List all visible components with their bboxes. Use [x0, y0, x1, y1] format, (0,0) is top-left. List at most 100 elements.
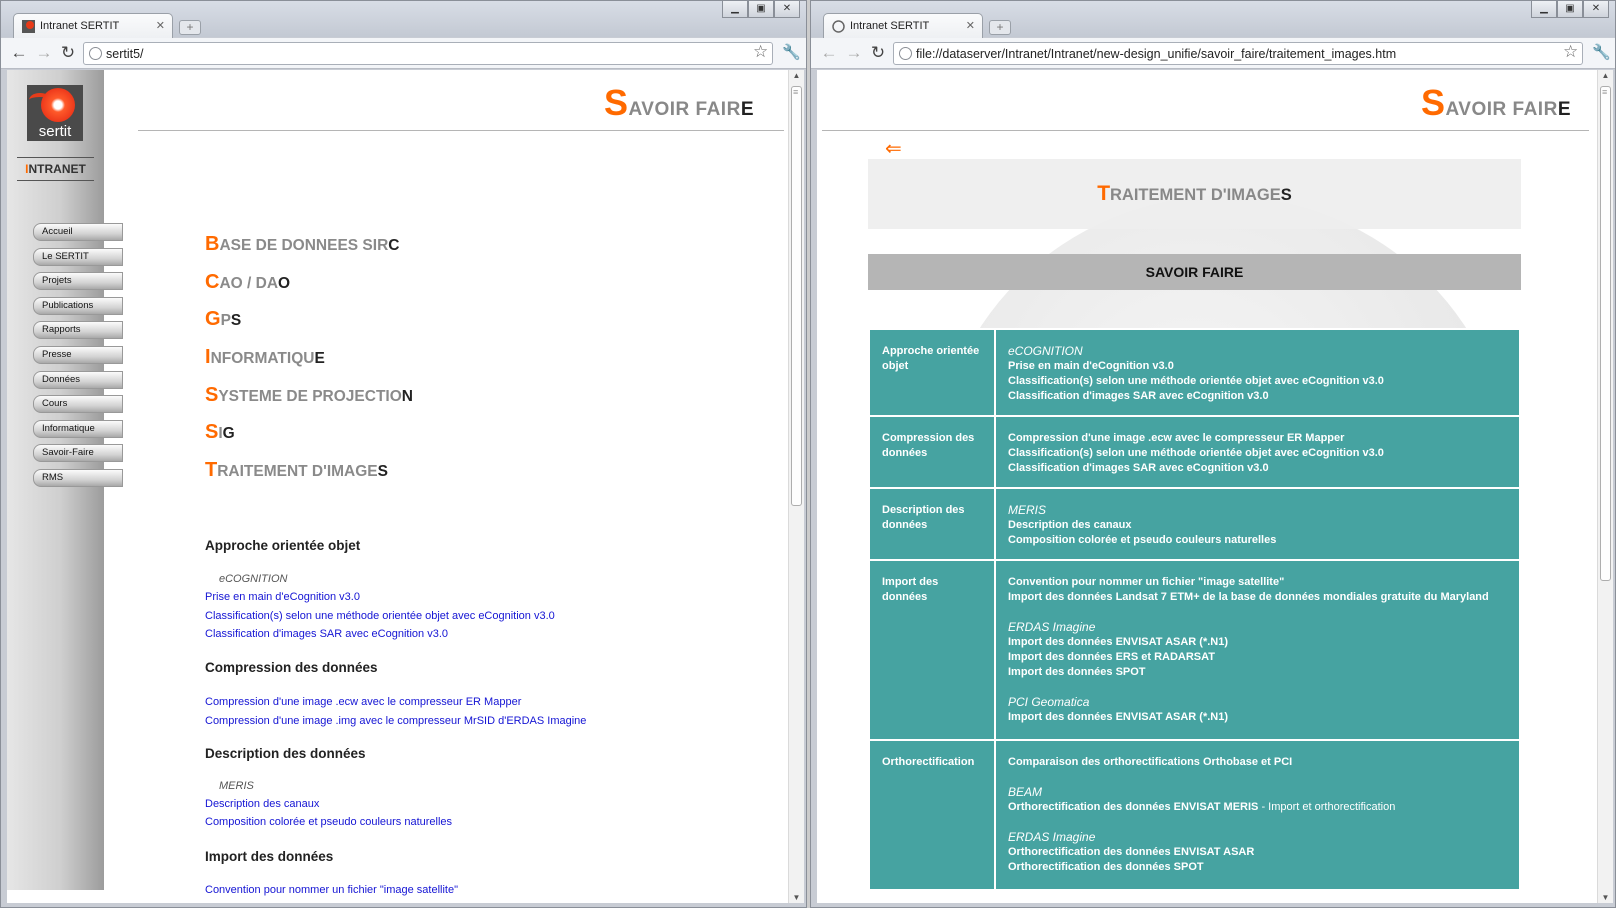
doc-link[interactable]: Import des données ERS et RADARSAT	[1008, 650, 1507, 665]
software-label: MERIS	[1008, 503, 1047, 517]
software-label: ERDAS Imagine	[1008, 620, 1096, 634]
scroll-up-icon[interactable]: ▲	[1598, 71, 1613, 80]
minimize-icon[interactable]: ▁	[1531, 1, 1557, 18]
table-row: Compression des données Compression d'un…	[868, 415, 1521, 489]
scroll-up-icon[interactable]: ▲	[789, 71, 804, 80]
doc-link[interactable]: Orthorectification des données ENVISAT M…	[1008, 801, 1258, 813]
close-icon[interactable]: ✕	[774, 1, 800, 18]
doc-link[interactable]: Prise en main d'eCognition v3.0	[205, 591, 360, 603]
doc-link[interactable]: Convention pour nommer un fichier "image…	[1008, 575, 1507, 590]
doc-link[interactable]: Classification(s) selon une méthode orie…	[205, 610, 555, 622]
menu-item-informatique[interactable]: Informatique	[33, 419, 123, 438]
row-content: Convention pour nommer un fichier "image…	[994, 559, 1521, 741]
address-bar[interactable]: file://dataserver/Intranet/Intranet/new-…	[893, 42, 1583, 65]
back-arrow-icon[interactable]: ←	[819, 43, 839, 63]
title-divider	[138, 130, 784, 131]
section-heading: Import des données	[205, 849, 334, 864]
new-tab-button[interactable]: +	[989, 20, 1011, 35]
browser-tab[interactable]: Intranet SERTIT ✕	[13, 13, 173, 38]
forward-arrow-icon[interactable]: →	[34, 43, 54, 63]
browser-tab[interactable]: Intranet SERTIT ✕	[823, 13, 983, 38]
menu-item-le-sertit[interactable]: Le SERTIT	[33, 247, 123, 266]
address-bar[interactable]: sertit5/	[83, 42, 773, 65]
close-icon[interactable]: ✕	[1583, 1, 1609, 18]
doc-link[interactable]: Compression d'une image .img avec le com…	[205, 715, 586, 727]
menu-item-donnees[interactable]: Données	[33, 370, 123, 389]
title-bar: Intranet SERTIT ✕ + ▁ ▣ ✕	[1, 1, 806, 38]
menu-item-savoir-faire[interactable]: Savoir-Faire	[33, 444, 123, 463]
section-heading: Description des données	[205, 746, 366, 761]
doc-link[interactable]: Classification(s) selon une méthode orie…	[1008, 374, 1507, 389]
doc-link[interactable]: Prise en main d'eCognition v3.0	[1008, 359, 1507, 374]
doc-link[interactable]: Compression d'une image .ecw avec le com…	[1008, 431, 1507, 446]
doc-link[interactable]: Import des données Landsat 7 ETM+ de la …	[1008, 590, 1507, 605]
section-heading: Approche orientée objet	[205, 538, 361, 553]
doc-link[interactable]: Compression d'une image .ecw avec le com…	[205, 696, 521, 708]
category-link-traitement-d-images[interactable]: TRAITEMENT D'IMAGES	[205, 459, 388, 482]
page-globe-icon	[89, 47, 102, 60]
back-arrow-icon[interactable]: ←	[9, 43, 29, 63]
maximize-icon[interactable]: ▣	[748, 1, 774, 18]
doc-link[interactable]: Classification d'images SAR avec eCognit…	[1008, 389, 1507, 404]
category-link-gps[interactable]: GPS	[205, 308, 241, 331]
bookmark-star-icon[interactable]: ☆	[1563, 42, 1578, 62]
new-tab-button[interactable]: +	[179, 20, 201, 35]
sertit-logo: sertit	[27, 85, 83, 141]
vertical-scrollbar[interactable]: ▲ ▼	[788, 70, 804, 903]
menu-item-publications[interactable]: Publications	[33, 296, 123, 315]
menu-item-rapports[interactable]: Rapports	[33, 321, 123, 340]
category-link-base-de-donnees[interactable]: BASE DE DONNEES SIRC	[205, 233, 399, 256]
doc-link[interactable]: Import des données ENVISAT ASAR (*.N1)	[1008, 710, 1507, 725]
scroll-thumb[interactable]	[791, 86, 802, 506]
menu-item-rms[interactable]: RMS	[33, 468, 123, 487]
row-content: Comparaison des orthorectifications Orth…	[994, 739, 1521, 891]
page-globe-icon	[832, 20, 845, 33]
doc-link[interactable]: Description des canaux	[205, 798, 319, 810]
doc-link[interactable]: Composition colorée et pseudo couleurs n…	[205, 816, 452, 828]
doc-link[interactable]: Classification d'images SAR avec eCognit…	[205, 628, 448, 640]
table-row: Import des données Convention pour nomme…	[868, 559, 1521, 741]
wrench-icon[interactable]: 🔧	[782, 43, 801, 61]
doc-link[interactable]: Comparaison des orthorectifications Orth…	[1008, 755, 1507, 770]
menu-item-cours[interactable]: Cours	[33, 395, 123, 414]
row-content: eCOGNITION Prise en main d'eCognition v3…	[994, 328, 1521, 417]
doc-link[interactable]: Composition colorée et pseudo couleurs n…	[1008, 533, 1507, 548]
scroll-down-icon[interactable]: ▼	[789, 893, 804, 902]
savoir-faire-bar: SAVOIR FAIRE	[868, 254, 1521, 290]
software-label: eCOGNITION	[1008, 344, 1083, 358]
scroll-thumb[interactable]	[1600, 86, 1611, 581]
vertical-scrollbar[interactable]: ▲ ▼	[1597, 70, 1613, 903]
url-text: file://dataserver/Intranet/Intranet/new-…	[916, 47, 1397, 61]
reload-icon[interactable]: ↻	[58, 43, 78, 63]
tab-close-icon[interactable]: ✕	[966, 19, 975, 32]
menu-item-accueil[interactable]: Accueil	[33, 223, 123, 241]
doc-link[interactable]: Classification d'images SAR avec eCognit…	[1008, 461, 1507, 476]
category-link-cao-dao[interactable]: CAO / DAO	[205, 271, 290, 294]
doc-link[interactable]: Import des données SPOT	[1008, 665, 1507, 680]
tab-close-icon[interactable]: ✕	[156, 19, 165, 32]
tab-title: Intranet SERTIT	[40, 20, 120, 32]
menu-item-presse[interactable]: Presse	[33, 345, 123, 364]
logo-sun	[41, 88, 75, 122]
menu-item-projets[interactable]: Projets	[33, 272, 123, 291]
doc-link[interactable]: Convention pour nommer un fichier "image…	[205, 884, 458, 896]
forward-arrow-icon[interactable]: →	[844, 43, 864, 63]
doc-link[interactable]: Description des canaux	[1008, 518, 1507, 533]
doc-link[interactable]: Orthorectification des données SPOT	[1008, 860, 1507, 875]
back-arrow-link-icon[interactable]: ⇐	[885, 136, 902, 161]
maximize-icon[interactable]: ▣	[1557, 1, 1583, 18]
category-link-sig[interactable]: SIG	[205, 421, 235, 444]
wrench-icon[interactable]: 🔧	[1592, 43, 1611, 61]
logo-text: sertit	[38, 123, 72, 140]
doc-link[interactable]: Classification(s) selon une méthode orie…	[1008, 446, 1507, 461]
bookmark-star-icon[interactable]: ☆	[753, 42, 768, 62]
category-link-informatique[interactable]: INFORMATIQUE	[205, 346, 325, 369]
doc-link[interactable]: Orthorectification des données ENVISAT A…	[1008, 845, 1507, 860]
row-label: Description des données	[868, 487, 996, 561]
scroll-down-icon[interactable]: ▼	[1598, 893, 1613, 902]
doc-link[interactable]: Import des données ENVISAT ASAR (*.N1)	[1008, 635, 1507, 650]
minimize-icon[interactable]: ▁	[722, 1, 748, 18]
category-link-systeme-de-projection[interactable]: SYSTEME DE PROJECTION	[205, 384, 413, 407]
reload-icon[interactable]: ↻	[868, 43, 888, 63]
